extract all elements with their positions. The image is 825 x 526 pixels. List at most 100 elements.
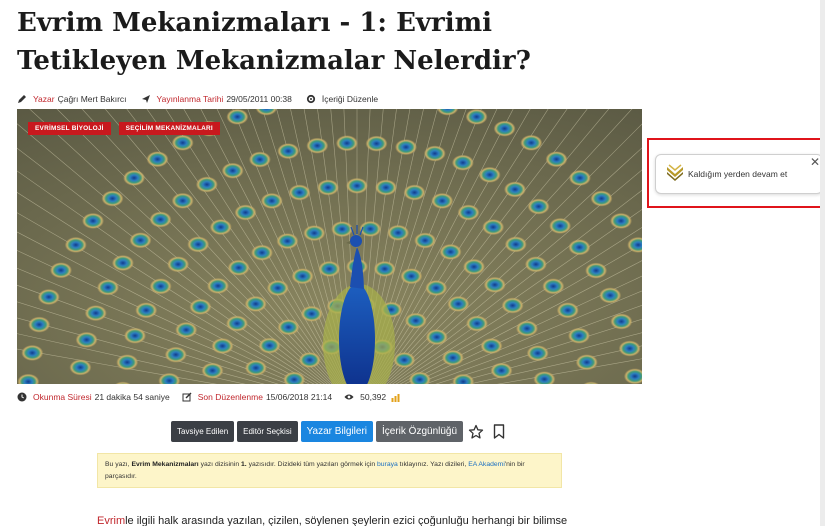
- trending-icon: [390, 392, 400, 402]
- feather-eye: [50, 262, 72, 279]
- feather-eye: [149, 278, 172, 295]
- feather-eye: [395, 139, 417, 156]
- recommended-button[interactable]: Tavsiye Edilen: [171, 421, 235, 442]
- feather-eye: [404, 312, 427, 329]
- last-updated-value: 15/06/2018 21:14: [265, 392, 333, 402]
- tag-evolutionary-biology[interactable]: EVRİMSEL BİYOLOJİ: [28, 122, 111, 135]
- feather-eye: [276, 233, 299, 250]
- feather-eye: [465, 109, 488, 125]
- feather-eye: [318, 260, 341, 277]
- feather-eye: [331, 221, 354, 238]
- gear-icon: [306, 94, 316, 104]
- feather-eye: [393, 352, 416, 368]
- edit-content-link[interactable]: İçeriği Düzenle: [322, 94, 378, 104]
- body-paragraph: le ilgili halk arasında yazılan, çizilen…: [125, 515, 567, 526]
- feather-eye: [251, 244, 273, 261]
- evolution-link[interactable]: Evrim: [97, 515, 125, 526]
- author-name[interactable]: Çağrı Mert Bakırcı: [58, 94, 127, 104]
- feather-eye: [590, 190, 613, 207]
- feather-eye: [291, 268, 314, 285]
- star-icon[interactable]: [466, 421, 486, 442]
- editors-pick-button[interactable]: Editör Seçkisi: [237, 421, 298, 442]
- feather-eye: [97, 279, 119, 296]
- feather-eye: [346, 177, 368, 194]
- feather-eye: [542, 278, 565, 295]
- feather-eye: [300, 305, 323, 322]
- feather-eye: [575, 354, 598, 371]
- feather-eye: [64, 236, 87, 253]
- feather-eye: [306, 137, 329, 154]
- feather-eye: [167, 256, 190, 273]
- author-info-button[interactable]: Yazar Bilgileri: [300, 421, 373, 442]
- reading-time-value: 21 dakika 54 saniye: [94, 392, 170, 402]
- feather-eye: [425, 329, 448, 346]
- feather-eye: [618, 340, 641, 357]
- article-action-bar: Tavsiye Edilen Editör Seçkisi Yazar Bilg…: [171, 421, 509, 442]
- feather-eye: [288, 184, 311, 201]
- feather-eye: [504, 181, 526, 198]
- feather-eye: [423, 145, 446, 162]
- feather-eye: [387, 224, 410, 241]
- view-count: 50,392: [360, 392, 387, 402]
- feather-eye: [129, 232, 152, 249]
- feather-eye: [303, 225, 326, 242]
- feather-eye: [69, 359, 92, 376]
- feather-eye: [441, 349, 464, 366]
- feather-eye: [439, 243, 462, 260]
- published-label: Yayınlanma Tarihi: [156, 94, 224, 104]
- pen-icon: [17, 94, 27, 104]
- feather-eye: [221, 162, 244, 179]
- feather-eye: [82, 212, 104, 229]
- feather-eye: [490, 362, 513, 379]
- feather-eye: [483, 276, 506, 293]
- feather-eye: [201, 362, 224, 379]
- feather-eye: [549, 217, 572, 234]
- hero-image: EVRİMSEL BİYOLOJİ SEÇİLİM MEKANİZMALARI: [17, 109, 642, 384]
- feather-eye: [171, 192, 194, 209]
- feather-eye: [248, 151, 271, 168]
- notice-text: yazı dizisinin: [198, 461, 242, 468]
- clock-icon: [17, 392, 27, 402]
- feather-eye: [175, 321, 198, 338]
- ea-academy-link[interactable]: EA Akademi: [468, 461, 505, 468]
- tag-selection-mechanisms[interactable]: SEÇİLİM MEKANİZMALARI: [118, 122, 220, 135]
- feather-eye: [520, 134, 543, 151]
- chevron-badge-icon: [666, 163, 684, 186]
- feather-eye: [568, 327, 590, 344]
- feather-eye: [277, 319, 300, 336]
- feather-eye: [527, 198, 550, 215]
- edit-icon: [182, 392, 192, 402]
- feather-eye: [244, 359, 267, 376]
- series-link[interactable]: buraya: [377, 461, 398, 468]
- peacock-image: [17, 109, 642, 384]
- published-date: 29/05/2011 00:38: [226, 94, 292, 104]
- content-originality-button[interactable]: İçerik Özgünlüğü: [376, 421, 464, 442]
- feather-eye: [568, 239, 591, 256]
- feather-eye: [227, 259, 250, 276]
- feather-eye: [164, 346, 187, 363]
- feather-eye: [226, 315, 248, 332]
- feather-eye: [317, 179, 339, 196]
- feather-eye: [84, 305, 107, 322]
- feather-eye: [277, 143, 300, 160]
- feather-eye: [425, 280, 448, 296]
- bookmark-icon[interactable]: [489, 421, 509, 442]
- feather-eye: [526, 345, 549, 362]
- article-meta: Yazar Çağrı Mert Bakırcı Yayınlanma Tari…: [17, 92, 378, 106]
- feather-eye: [480, 338, 503, 354]
- feather-eye: [501, 297, 524, 314]
- feather-eye: [463, 258, 485, 275]
- feather-eye: [414, 232, 437, 249]
- feather-eye: [124, 327, 146, 344]
- feather-eye: [568, 169, 591, 186]
- scrollbar[interactable]: [820, 0, 825, 526]
- feather-eye: [189, 298, 212, 315]
- article-body: Evrimle ilgili halk arasında yazılan, çi…: [97, 515, 567, 526]
- resume-label: Kaldığım yerden devam et: [688, 169, 788, 179]
- feather-eye: [21, 344, 44, 361]
- reading-time-label: Okunma Süresi: [33, 392, 92, 402]
- feather-eye: [365, 135, 388, 152]
- resume-reading-button[interactable]: Kaldığım yerden devam et: [655, 154, 823, 194]
- feather-eye: [335, 135, 358, 152]
- feather-eye: [504, 236, 527, 253]
